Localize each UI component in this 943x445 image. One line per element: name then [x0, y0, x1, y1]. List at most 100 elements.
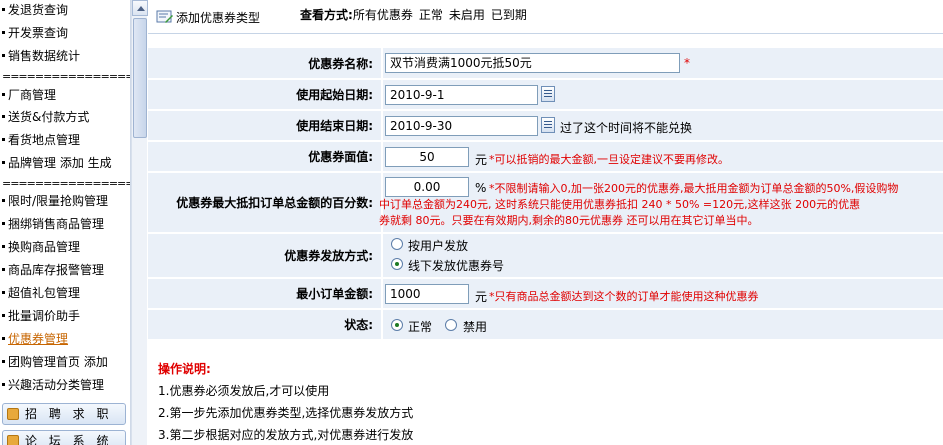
issue-by-user-label: 按用户发放: [408, 239, 469, 253]
bullet-icon: [2, 8, 5, 11]
sidebar-item-label: 超值礼包管理: [8, 286, 81, 300]
issue-method-row: 优惠券发放方式: 按用户发放 线下发放优惠券号: [148, 234, 943, 278]
bullet-icon: [2, 222, 5, 225]
end-date-cell: 2010-9-30 过了这个时间将不能兑换: [383, 111, 943, 140]
add-link-label: 添加优惠券类型: [176, 11, 261, 25]
sidebar-item-label: 销售数据统计: [8, 49, 81, 63]
max-percent-hint-2: 中订单总金额为240元, 这时系统只能使用优惠券抵扣 240 * 50% =12…: [379, 198, 861, 211]
sidebar-separator: ===================: [2, 70, 130, 83]
max-percent-label: 优惠券最大抵扣订单总金额的百分数:: [148, 173, 381, 232]
status-normal-radio[interactable]: [391, 319, 403, 331]
bullet-icon: [2, 383, 5, 386]
sidebar-item-label: 换购商品管理: [8, 240, 81, 254]
sidebar-item-invoice-query[interactable]: 开发票查询: [0, 22, 130, 45]
status-disabled-radio[interactable]: [445, 319, 457, 331]
sidebar-item-gift-pack[interactable]: 超值礼包管理: [0, 282, 130, 305]
sidebar-item-flash-sale[interactable]: 限时/限量抢购管理: [0, 190, 130, 213]
sidebar-item-bundle[interactable]: 捆绑销售商品管理: [0, 213, 130, 236]
sidebar-item-vendor[interactable]: 厂商管理: [0, 84, 130, 107]
view-all-link[interactable]: 所有优惠券: [353, 8, 413, 22]
status-label: 状态:: [148, 310, 381, 339]
sidebar-item-label: 品牌管理 添加 生成: [8, 156, 112, 170]
main-content: 添加优惠券类型 查看方式:所有优惠券 正常 未启用 已到期 优惠券名称: 双节消费满1…: [148, 0, 943, 445]
sidebar-item-label: 看货地点管理: [8, 133, 81, 147]
face-value-unit: 元: [475, 153, 488, 167]
sidebar-separator: ===================: [2, 177, 130, 190]
view-mode-prefix: 查看方式:: [300, 8, 353, 22]
calendar-icon[interactable]: [541, 117, 555, 133]
face-value-hint: *可以抵销的最大金额,一旦设定建议不要再修改。: [489, 153, 729, 166]
recruitment-button[interactable]: 招 聘 求 职: [2, 403, 126, 425]
sidebar-item-return-query[interactable]: 发退货查询: [0, 0, 130, 22]
coupon-name-input[interactable]: 双节消费满1000元抵50元: [385, 53, 680, 73]
sidebar-item-bulk-price[interactable]: 批量调价助手: [0, 305, 130, 328]
status-row: 状态: 正常 禁用: [148, 310, 943, 340]
bullet-icon: [2, 93, 5, 96]
sidebar-item-sales-stats[interactable]: 销售数据统计: [0, 45, 130, 68]
view-disabled-link[interactable]: 未启用: [449, 8, 485, 22]
sidebar-item-label: 送货&付款方式: [8, 110, 90, 124]
forum-icon: [7, 435, 19, 445]
bullet-icon: [2, 31, 5, 34]
instructions-title: 操作说明:: [158, 362, 211, 376]
button-label: 论 坛 系 统: [25, 434, 113, 445]
sidebar-item-group-buy[interactable]: 团购管理首页 添加: [0, 351, 130, 374]
min-order-hint: *只有商品总金额达到这个数的订单才能使用这种优惠券: [489, 290, 759, 303]
sidebar-item-label: 优惠券管理: [8, 332, 69, 346]
view-expired-link[interactable]: 已到期: [491, 8, 527, 22]
sidebar-item-exchange[interactable]: 换购商品管理: [0, 236, 130, 259]
min-order-unit: 元: [475, 290, 488, 304]
scroll-thumb[interactable]: [133, 18, 147, 138]
bullet-icon: [2, 54, 5, 57]
instruction-line: 2.第一步先添加优惠券类型,选择优惠券发放方式: [158, 406, 414, 420]
face-value-label: 优惠券面值:: [148, 142, 381, 171]
max-percent-input[interactable]: 0.00: [385, 177, 469, 197]
face-value-cell: 50 元 *可以抵销的最大金额,一旦设定建议不要再修改。: [383, 142, 943, 171]
sidebar-item-interest-category[interactable]: 兴趣活动分类管理: [0, 374, 130, 397]
sidebar-item-label: 发退货查询: [8, 3, 69, 17]
sidebar-item-label: 厂商管理: [8, 88, 57, 102]
start-date-label: 使用起始日期:: [148, 80, 381, 109]
sidebar-item-delivery-payment[interactable]: 送货&付款方式: [0, 106, 130, 129]
end-date-input[interactable]: 2010-9-30: [385, 116, 538, 136]
coupon-name-row: 优惠券名称: 双节消费满1000元抵50元 *: [148, 48, 943, 79]
coupon-name-label: 优惠券名称:: [148, 48, 381, 78]
face-value-row: 优惠券面值: 50 元 *可以抵销的最大金额,一旦设定建议不要再修改。: [148, 142, 943, 172]
status-disabled-label: 禁用: [463, 320, 488, 334]
add-document-icon: [156, 10, 173, 23]
forum-button[interactable]: 论 坛 系 统: [2, 430, 126, 445]
sidebar-item-coupon[interactable]: 优惠券管理: [0, 328, 130, 351]
sidebar-item-label: 团购管理首页 添加: [8, 355, 108, 369]
view-normal-link[interactable]: 正常: [419, 8, 443, 22]
issue-method-cell: 按用户发放 线下发放优惠券号: [383, 234, 943, 277]
end-date-label: 使用结束日期:: [148, 111, 381, 140]
sidebar-item-label: 批量调价助手: [8, 309, 81, 323]
briefcase-icon: [7, 408, 19, 420]
calendar-icon[interactable]: [541, 86, 555, 102]
min-order-input[interactable]: 1000: [385, 284, 469, 304]
add-coupon-type-link[interactable]: 添加优惠券类型: [156, 9, 260, 26]
issue-offline-radio[interactable]: [391, 258, 403, 270]
issue-by-user-radio[interactable]: [391, 238, 403, 250]
sidebar-scrollbar[interactable]: [131, 0, 148, 445]
sidebar-item-brand[interactable]: 品牌管理 添加 生成: [0, 152, 130, 175]
face-value-input[interactable]: 50: [385, 147, 469, 167]
start-date-cell: 2010-9-1: [383, 80, 943, 109]
bullet-icon: [2, 314, 5, 317]
bullet-icon: [2, 138, 5, 141]
instruction-line: 3.第二步根据对应的发放方式,对优惠券进行发放: [158, 428, 414, 442]
scroll-up-arrow-icon[interactable]: [132, 0, 148, 16]
start-date-row: 使用起始日期: 2010-9-1: [148, 80, 943, 110]
min-order-label: 最小订单金额:: [148, 279, 381, 308]
max-percent-row: 优惠券最大抵扣订单总金额的百分数: 0.00 % *不限制请输入0,加一张200…: [148, 173, 943, 233]
sidebar-item-label: 捆绑销售商品管理: [8, 217, 105, 231]
sidebar-item-viewing-location[interactable]: 看货地点管理: [0, 129, 130, 152]
sidebar-item-stock-alert[interactable]: 商品库存报警管理: [0, 259, 130, 282]
issue-offline-label: 线下发放优惠券号: [408, 259, 505, 273]
start-date-input[interactable]: 2010-9-1: [385, 85, 538, 105]
required-mark: *: [684, 56, 690, 70]
button-label: 招 聘 求 职: [25, 407, 113, 421]
instructions: 操作说明: 1.优惠券必须发放后,才可以使用 2.第一步先添加优惠券类型,选择优…: [158, 360, 938, 442]
sidebar-item-label: 限时/限量抢购管理: [8, 194, 109, 208]
max-percent-hint-3: 券就剩 80元。只要在有效期内,剩余的80元优惠券 还可以用在其它订单当中。: [379, 214, 759, 227]
